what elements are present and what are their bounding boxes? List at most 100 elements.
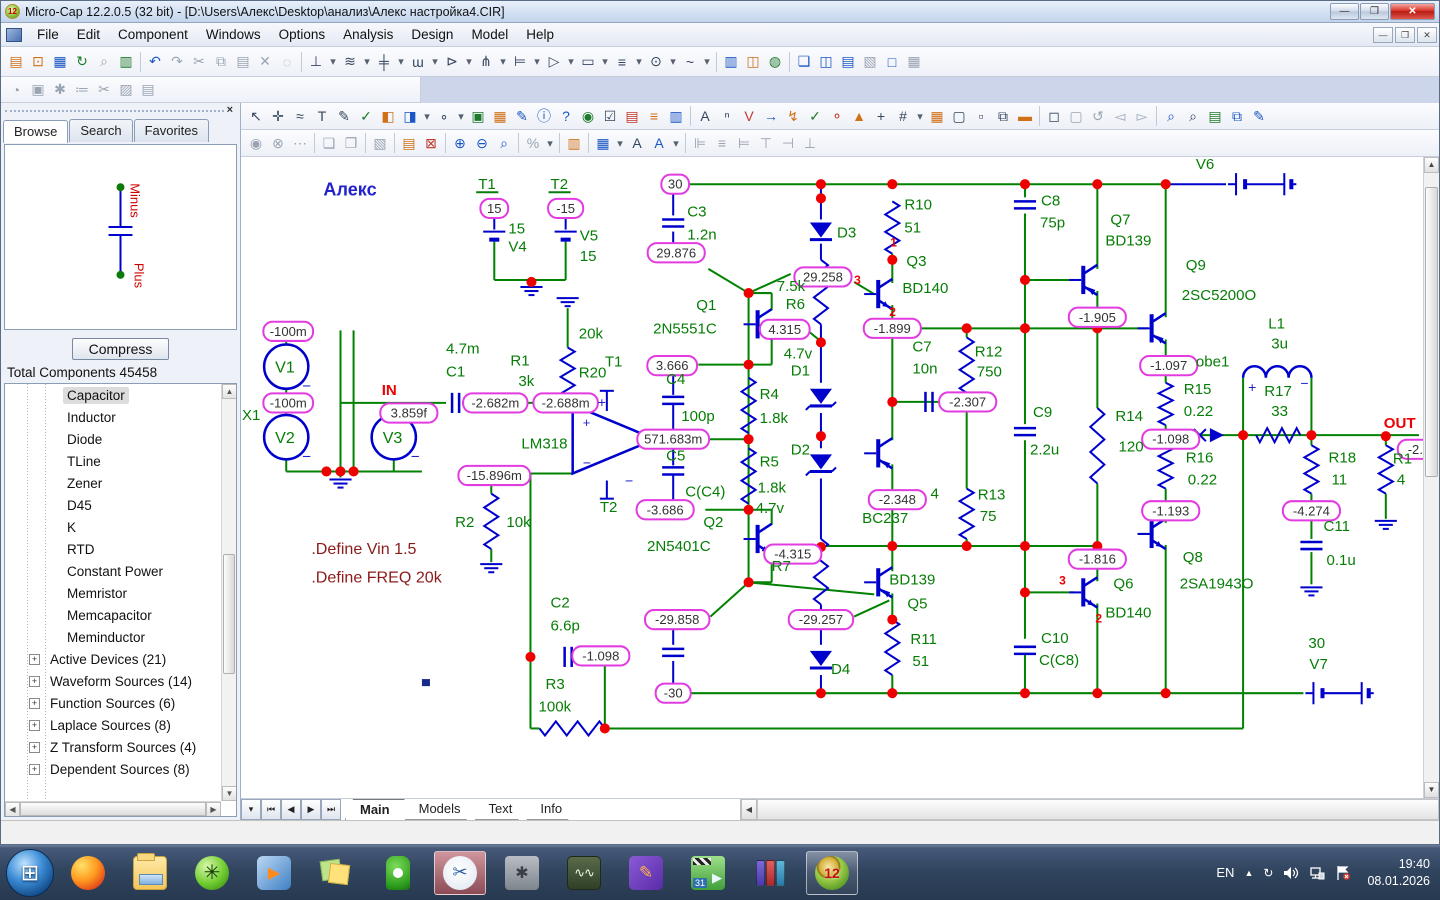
dropdown-arrow-icon[interactable]: ▾ (463, 51, 475, 73)
plot-icon[interactable]: ▨ (115, 79, 137, 101)
language-indicator[interactable]: EN (1216, 865, 1234, 880)
flow-mode-icon[interactable]: ∘ (433, 105, 455, 127)
wire[interactable] (831, 466, 837, 473)
capacitor-icon[interactable]: ╪ (373, 51, 395, 73)
border-icon[interactable]: ≡ (643, 105, 665, 127)
wire[interactable] (1082, 263, 1099, 275)
info-icon[interactable]: ⓘ (533, 105, 555, 127)
tree-item-zener[interactable]: Zener (5, 472, 221, 494)
network-icon[interactable] (1309, 865, 1325, 881)
taskbar-waveform-editor-icon[interactable]: ∿∿ (558, 851, 610, 895)
diode-symbol[interactable] (809, 454, 832, 470)
dropdown-arrow-icon[interactable]: ▾ (614, 132, 626, 154)
wire-mode-icon[interactable]: ≈ (289, 105, 311, 127)
scroll-left-icon[interactable]: ◀ (5, 802, 20, 816)
menu-component[interactable]: Component (109, 24, 197, 45)
diode-symbol[interactable] (809, 650, 832, 666)
hand-card-icon[interactable]: ▬ (1014, 105, 1036, 127)
wire[interactable] (877, 277, 893, 290)
start-button[interactable]: ⊞ (6, 848, 54, 897)
tree-item-diode[interactable]: Diode (5, 428, 221, 450)
resistor-symbol[interactable] (538, 719, 606, 738)
dropdown-arrow-icon[interactable]: ▾ (395, 51, 407, 73)
battery-icon[interactable]: ≡ (611, 51, 633, 73)
doc-edit-icon[interactable]: ▤ (621, 105, 643, 127)
mosfet-icon[interactable]: ⊨ (509, 51, 531, 73)
wire[interactable] (805, 470, 811, 477)
dropdown-arrow-icon[interactable]: ▾ (327, 51, 339, 73)
condition-icon[interactable]: ✓ (804, 105, 826, 127)
expand-icon[interactable]: + (29, 653, 40, 665)
tree-item-tline[interactable]: TLine (5, 450, 221, 472)
paste-icon[interactable]: ▤ (232, 51, 254, 73)
tree-item-constant-power[interactable]: Constant Power (5, 560, 221, 582)
inductor-icon[interactable]: ɯ (407, 51, 429, 73)
revert-icon[interactable]: ↻ (71, 51, 93, 73)
probe-icon[interactable]: ▤ (137, 79, 159, 101)
warning-icon[interactable]: ▲ (848, 105, 870, 127)
resistor-symbol[interactable] (957, 487, 976, 540)
expand-icon[interactable]: + (29, 719, 40, 731)
tree-horizontal-scrollbar[interactable]: ◀ ▶ (5, 801, 221, 816)
scroll-up-icon[interactable]: ▲ (1424, 157, 1439, 173)
taskbar-spider-player-icon[interactable]: ✳ (186, 851, 238, 895)
undo-icon[interactable]: ↶ (144, 51, 166, 73)
folder-go-icon[interactable]: ▧ (369, 132, 391, 154)
taskbar-media-player-icon[interactable]: ▶ (248, 851, 300, 895)
dropdown-arrow-icon[interactable]: ▾ (531, 51, 543, 73)
flip-page-icon[interactable]: ▥ (563, 132, 585, 154)
menu-design[interactable]: Design (402, 24, 462, 45)
wire[interactable] (1150, 312, 1167, 324)
menu-windows[interactable]: Windows (197, 24, 270, 45)
layer1-icon[interactable]: ❏ (318, 132, 340, 154)
expand-icon[interactable]: + (29, 697, 40, 709)
mdi-minimize-button[interactable]: — (1373, 26, 1393, 43)
transistor-symbol[interactable] (755, 524, 760, 554)
resistor-symbol[interactable] (1302, 444, 1321, 495)
last-sheet-icon[interactable]: ⏭ (321, 799, 341, 820)
select-all-icon[interactable]: ◌ (276, 51, 298, 73)
dropdown-arrow-icon[interactable]: ▾ (667, 51, 679, 73)
resistor-symbol[interactable] (883, 618, 902, 676)
sheet-tab-main[interactable]: Main (345, 799, 405, 820)
dropdown-arrow-icon[interactable]: ▾ (429, 51, 441, 73)
taskbar-green-tool-icon[interactable] (372, 851, 424, 895)
resistor-symbol[interactable] (558, 346, 577, 399)
dropdown-arrow-icon[interactable]: ▾ (361, 51, 373, 73)
stepping-icon[interactable]: ▣ (27, 79, 49, 101)
picture-icon[interactable]: ▣ (467, 105, 489, 127)
transistor-symbol[interactable] (1081, 265, 1086, 295)
tree-item-d45[interactable]: D45 (5, 494, 221, 516)
scroll-down-icon[interactable]: ▼ (222, 786, 236, 801)
checkbox-icon[interactable]: ☑ (599, 105, 621, 127)
tree-vertical-scrollbar[interactable]: ▲ ▼ (221, 384, 236, 801)
page-icon[interactable]: ▢ (948, 105, 970, 127)
tree-item-waveform-sources-14-[interactable]: + Waveform Sources (14) (5, 670, 221, 692)
wire[interactable] (805, 405, 811, 411)
zoom-out-icon[interactable]: ⊖ (471, 132, 493, 154)
flag-mode-icon[interactable]: ✓ (355, 105, 377, 127)
node-voltages-icon[interactable]: V (738, 105, 760, 127)
opamp-icon[interactable]: ▷ (543, 51, 565, 73)
resistor-icon[interactable]: ≋ (339, 51, 361, 73)
transistor-icon[interactable]: ⋔ (475, 51, 497, 73)
align-middle-icon[interactable]: ⊣ (777, 132, 799, 154)
resistor-symbol[interactable] (739, 447, 758, 505)
sheet-list-icon[interactable]: ▾ (241, 799, 261, 820)
sine-source-icon[interactable]: ~ (679, 51, 701, 73)
shape-mode-icon[interactable]: ◨ (399, 105, 421, 127)
dropdown-arrow-icon[interactable]: ▾ (544, 132, 556, 154)
calculator-icon[interactable]: ▦ (903, 51, 925, 73)
volume-icon[interactable] (1283, 865, 1299, 881)
compress-button[interactable]: Compress (71, 338, 170, 360)
diode-symbol[interactable] (809, 222, 832, 238)
zoom-in-icon[interactable]: ⊕ (449, 132, 471, 154)
analysis-limits-icon[interactable]: ◔ (5, 79, 27, 101)
align-center-icon[interactable]: ≡ (711, 132, 733, 154)
dropdown-arrow-icon[interactable]: ▾ (455, 105, 467, 127)
align-bottom-icon[interactable]: ⊥ (799, 132, 821, 154)
font-color-icon[interactable]: A (648, 132, 670, 154)
breakpoint-icon[interactable]: ✂ (93, 79, 115, 101)
tree-item-z-transform-sources-4-[interactable]: + Z Transform Sources (4) (5, 736, 221, 758)
dropdown-arrow-icon[interactable]: ▾ (565, 51, 577, 73)
